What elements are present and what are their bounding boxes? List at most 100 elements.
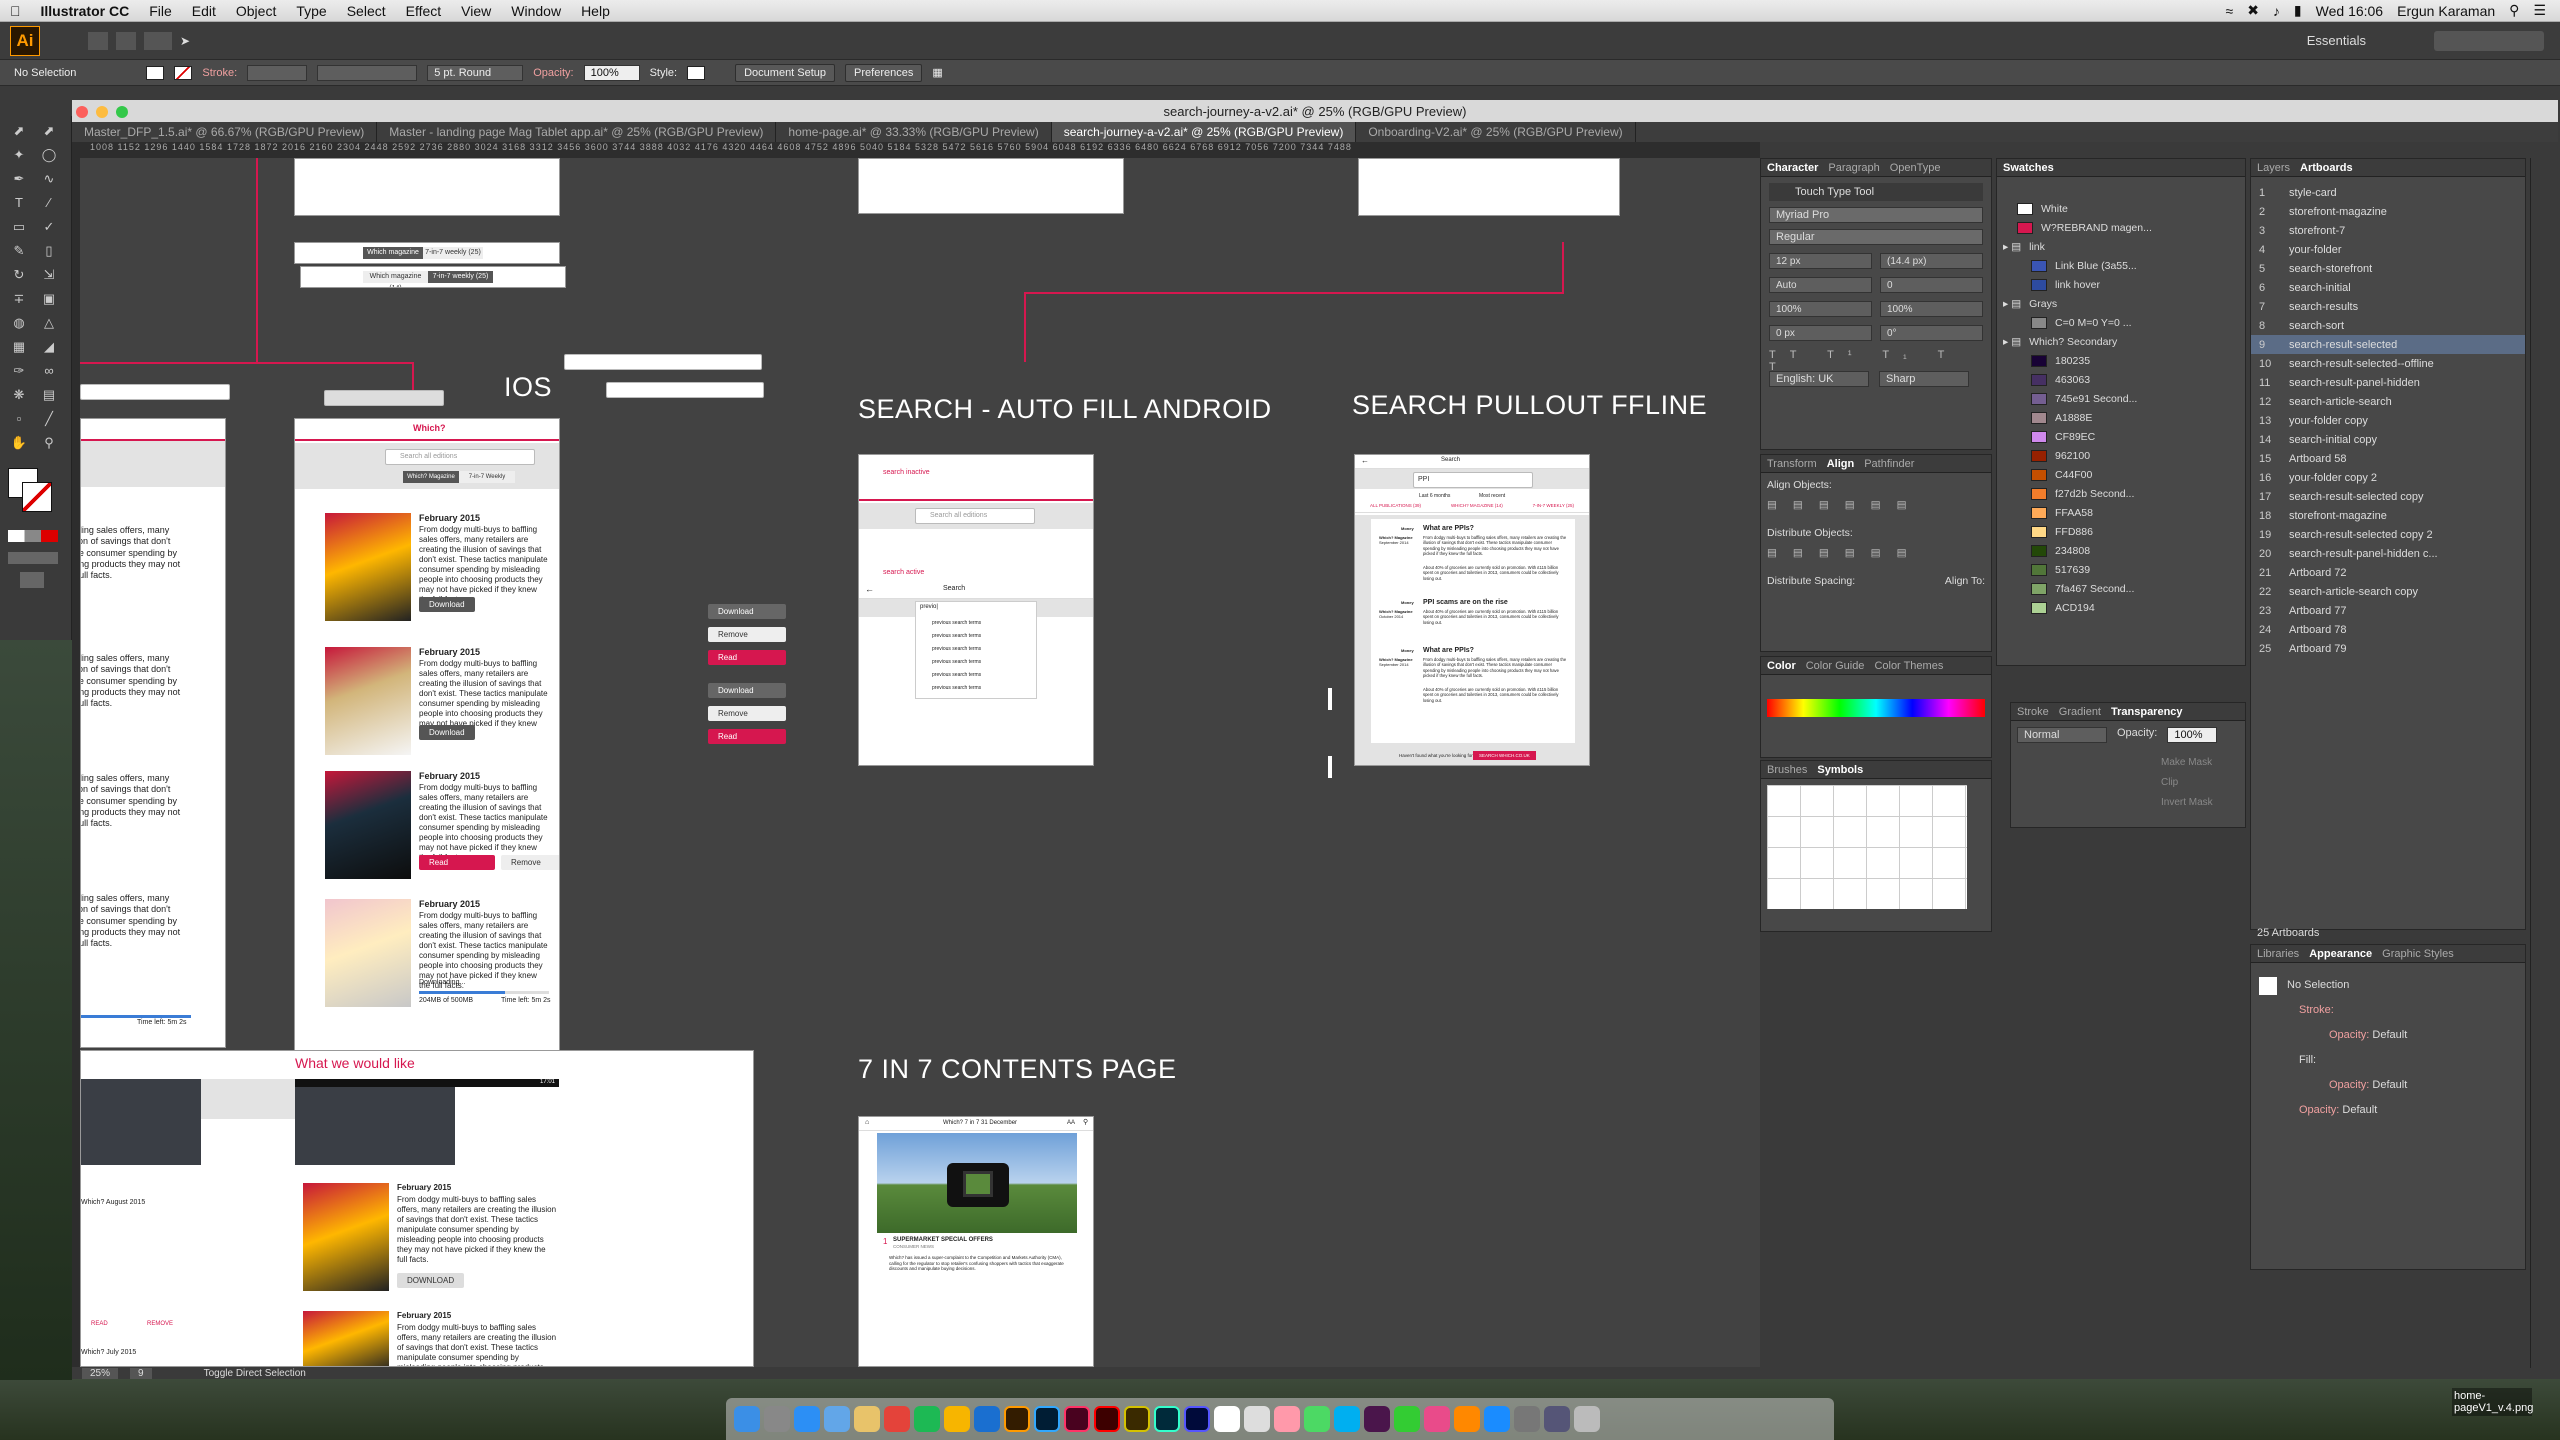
back-arrow-icon[interactable]: ← xyxy=(865,584,874,595)
horizontal-ruler[interactable]: 1008 1152 1296 1440 1584 1728 1872 2016 … xyxy=(80,142,1760,158)
zoom-window-button[interactable] xyxy=(116,106,128,118)
skype-icon[interactable] xyxy=(1334,1406,1360,1432)
width-tool-icon[interactable]: ∓ xyxy=(10,290,28,308)
artboard-row[interactable]: 6 search-initial xyxy=(2251,278,2525,297)
tab-align[interactable]: Align xyxy=(1827,458,1855,470)
swatch-row[interactable]: 234808 xyxy=(1997,541,2245,560)
artboard-top-fragment-3[interactable] xyxy=(1358,158,1620,216)
artboard-row[interactable]: 7 search-results xyxy=(2251,297,2525,316)
vertical-ruler[interactable] xyxy=(72,142,80,1377)
swatch-row[interactable]: 180235 xyxy=(1997,351,2245,370)
bluetooth-icon[interactable]: ✖ xyxy=(2247,2,2259,19)
hand-tool-icon[interactable]: ✋ xyxy=(10,434,28,452)
stroke-weight-dropdown[interactable] xyxy=(247,64,308,81)
suggestion-item[interactable]: previous search terms xyxy=(932,646,981,652)
stock-icon[interactable] xyxy=(116,31,136,50)
swatch-row[interactable]: 745e91 Second... xyxy=(1997,389,2245,408)
gpu-performance-icon[interactable]: ➤ xyxy=(180,34,190,48)
magic-wand-icon[interactable]: ✦ xyxy=(10,146,28,164)
vertical-scale-input[interactable]: 100% xyxy=(1769,301,1872,317)
download-button[interactable]: Download xyxy=(419,725,475,740)
graphic-style-swatch[interactable] xyxy=(687,65,706,80)
suggestion-item[interactable]: previous search terms xyxy=(932,620,981,626)
document-setup-button[interactable]: Document Setup xyxy=(735,63,836,82)
curvature-tool-icon[interactable]: ∿ xyxy=(40,170,58,188)
system-preferences-icon[interactable] xyxy=(1514,1406,1540,1432)
blend-mode-dropdown[interactable]: Normal xyxy=(2017,727,2107,743)
chrome-icon[interactable] xyxy=(884,1406,910,1432)
swatch-row[interactable]: 463063 xyxy=(1997,370,2245,389)
appearance-stroke-label[interactable]: Stroke: xyxy=(2299,1004,2334,1016)
notes-icon[interactable] xyxy=(854,1406,880,1432)
sample-read-button[interactable]: Read xyxy=(708,650,786,665)
pullout-back-icon[interactable]: ← xyxy=(1361,456,1369,466)
flash-icon[interactable] xyxy=(1094,1406,1120,1432)
artboard-row[interactable]: 2 storefront-magazine xyxy=(2251,202,2525,221)
result-item[interactable]: Money Which? Magazine October 2014 PPI s… xyxy=(1375,597,1571,641)
artboard-row[interactable]: 10 search-result-selected--offline xyxy=(2251,354,2525,373)
menu-file[interactable]: File xyxy=(139,3,182,19)
mesh-icon[interactable]: ▦ xyxy=(10,338,28,356)
tab-character[interactable]: Character xyxy=(1767,162,1818,174)
swatch-row[interactable]: FFAA58 xyxy=(1997,503,2245,522)
suggestion-item[interactable]: previous search terms xyxy=(932,672,981,678)
sample-download-button-2[interactable]: Download xyxy=(708,683,786,698)
workspace-switcher[interactable]: Essentials xyxy=(2307,33,2366,48)
sample-remove-button-2[interactable]: Remove xyxy=(708,706,786,721)
artboard-row[interactable]: 17 search-result-selected copy xyxy=(2251,487,2525,506)
artboard-row[interactable]: 4 your-folder xyxy=(2251,240,2525,259)
swatch-group[interactable]: ▸ ▤ Grays xyxy=(1997,294,2245,313)
tab-paragraph[interactable]: Paragraph xyxy=(1828,162,1879,174)
filter-date[interactable]: Last 6 months xyxy=(1419,493,1450,499)
antialias-dropdown[interactable]: Sharp xyxy=(1879,371,1969,387)
swatch-row[interactable]: Link Blue (3a55... xyxy=(1997,256,2245,275)
mail-icon[interactable] xyxy=(824,1406,850,1432)
baseline-shift-input[interactable]: 0 px xyxy=(1769,325,1872,341)
launchpad-icon[interactable] xyxy=(764,1406,790,1432)
app-menu[interactable]: Illustrator CC xyxy=(31,3,140,19)
suggestion-item[interactable]: previous search terms xyxy=(932,633,981,639)
tab-home-page[interactable]: home-page.ai* @ 33.33% (RGB/GPU Preview) xyxy=(776,122,1052,142)
tab-transparency[interactable]: Transparency xyxy=(2111,706,2183,718)
indesign-icon[interactable] xyxy=(1064,1406,1090,1432)
remove-button[interactable]: Remove xyxy=(501,855,559,870)
artboard-what-we-would-like[interactable]: What we would like Which? August 2015 RE… xyxy=(80,1050,754,1367)
font-family-dropdown[interactable]: Myriad Pro xyxy=(1769,207,1983,223)
menu-edit[interactable]: Edit xyxy=(182,3,226,19)
kerning-input[interactable]: Auto xyxy=(1769,277,1872,293)
notification-icon[interactable]: ☰ xyxy=(2533,2,2546,19)
tab-master-landing[interactable]: Master - landing page Mag Tablet app.ai*… xyxy=(377,122,777,142)
artboard-row[interactable]: 23 Artboard 77 xyxy=(2251,601,2525,620)
status-tool[interactable]: Toggle Direct Selection xyxy=(204,1368,306,1379)
result-item[interactable]: Money Which? Magazine September 2014 Wha… xyxy=(1375,523,1571,599)
stroke-color-box[interactable] xyxy=(22,482,52,512)
artboard-row[interactable]: 20 search-result-panel-hidden c... xyxy=(2251,544,2525,563)
spotlight-icon[interactable]: ⚲ xyxy=(2509,2,2519,19)
swatch-group[interactable]: ▸ ▤ link xyxy=(1997,237,2245,256)
tab-graphic-styles[interactable]: Graphic Styles xyxy=(2382,948,2454,960)
battery-icon[interactable]: ▮ xyxy=(2294,2,2302,19)
artboard-row[interactable]: 3 storefront-7 xyxy=(2251,221,2525,240)
font-style-dropdown[interactable]: Regular xyxy=(1769,229,1983,245)
ios-search-input[interactable]: Search all editions xyxy=(385,449,535,465)
artboard-row[interactable]: 24 Artboard 78 xyxy=(2251,620,2525,639)
drag-handle[interactable] xyxy=(1328,688,1332,710)
artboard-row[interactable]: 11 search-result-panel-hidden xyxy=(2251,373,2525,392)
appearance-fill-label[interactable]: Fill: xyxy=(2299,1054,2316,1066)
volume-icon[interactable]: ♪ xyxy=(2273,3,2280,19)
swatch-row[interactable]: C44F00 xyxy=(1997,465,2245,484)
pencil-icon[interactable]: ✎ xyxy=(10,242,28,260)
spotify-icon[interactable] xyxy=(914,1406,940,1432)
variable-width-dropdown[interactable] xyxy=(317,64,418,81)
wifi-icon[interactable]: ≈ xyxy=(2226,3,2234,19)
tracking-input[interactable]: 0 xyxy=(1880,277,1983,293)
tab-appearance[interactable]: Appearance xyxy=(2309,948,2372,960)
swatch-group[interactable]: ▸ ▤ Which? Secondary xyxy=(1997,332,2245,351)
artboard-contents-page[interactable]: ⌂ Which? 7 in 7 31 December AA ⚲ 1 SUPER… xyxy=(858,1116,1094,1367)
ios-segmented-control[interactable]: Which? Magazine 7-in-7 Weekly xyxy=(403,471,515,483)
canvas[interactable]: Which magazine (14) 7-in-7 weekly (25) W… xyxy=(80,158,1760,1367)
right-scrollbar[interactable] xyxy=(2530,158,2558,1368)
artboard-row[interactable]: 1 style-card xyxy=(2251,183,2525,202)
appearance-fill-row[interactable]: Fill: xyxy=(2259,1048,2517,1073)
tab-7in7-weekly[interactable]: 7-IN-7 WEEKLY (25) xyxy=(1533,503,1574,512)
